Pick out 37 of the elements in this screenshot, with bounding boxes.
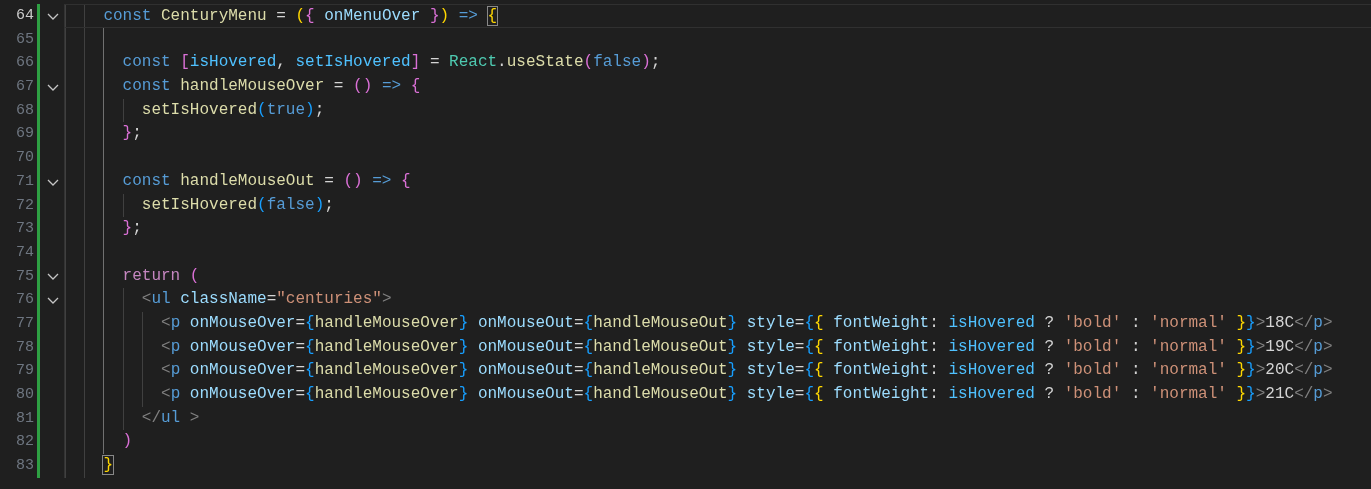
line-number: 81	[15, 408, 34, 429]
code-line: const [isHovered, setIsHovered] = React.useState(false);	[121, 53, 661, 72]
code-line: return (	[121, 266, 200, 285]
code-line: )	[121, 432, 133, 451]
code-line: }	[102, 456, 113, 475]
code-line: <p onMouseOver={handleMouseOver} onMouseOut={handleMouseOut} style={{ fontWeight: isHovered ? 'bold' : 'normal' }}>21C</p>	[160, 385, 1333, 403]
code-line: <p onMouseOver={handleMouseOver} onMouseOut={handleMouseOut} style={{ fontWeight: isHovered ? 'bold' : 'normal' }}>18C</p>	[160, 313, 1333, 332]
code-line: const CenturyMenu = ({ onMenuOver }) => {	[102, 7, 498, 25]
line-number: 78	[15, 337, 34, 358]
line-number: 74	[15, 242, 34, 263]
line-number: 68	[15, 100, 34, 121]
line-number: 71	[15, 171, 34, 192]
code-line: };	[121, 124, 142, 143]
line-number: 80	[15, 385, 34, 405]
line-number: 70	[15, 148, 34, 169]
code-line: <p onMouseOver={handleMouseOver} onMouseOut={handleMouseOut} style={{ fontWeight: isHovered ? 'bold' : 'normal' }}>19C</p>	[160, 337, 1333, 356]
code-line: };	[121, 219, 142, 238]
code-line: const handleMouseOut = () => {	[121, 171, 411, 190]
line-number: 76	[15, 290, 34, 311]
code-line: setIsHovered(true);	[140, 100, 325, 119]
line-number: 67	[15, 77, 34, 98]
code-line: </ul >	[140, 408, 200, 427]
line-number: 79	[15, 361, 34, 382]
code-line: setIsHovered(false);	[140, 195, 334, 214]
line-number: 73	[15, 219, 34, 240]
line-number: 82	[15, 432, 34, 453]
line-number: 64	[15, 6, 34, 26]
code-line: <ul className="centuries">	[140, 290, 392, 309]
line-number: 77	[15, 313, 34, 334]
line-number: 69	[15, 124, 34, 145]
line-number: 65	[15, 29, 34, 50]
line-number: 75	[15, 266, 34, 287]
code-line: <p onMouseOver={handleMouseOver} onMouseOut={handleMouseOut} style={{ fontWeight: isHovered ? 'bold' : 'normal' }}>20C</p>	[160, 361, 1333, 380]
line-number: 72	[15, 195, 34, 216]
line-number: 66	[15, 53, 34, 74]
code-line: const handleMouseOver = () => {	[121, 77, 421, 96]
line-number: 83	[15, 456, 34, 477]
